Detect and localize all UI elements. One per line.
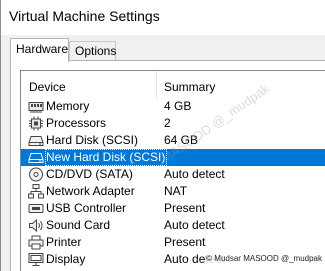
title-bar[interactable]: Virtual Machine Settings (1, 0, 325, 35)
device-row-sound-card[interactable]: Sound Card Auto detect (21, 217, 325, 234)
device-name: New Hard Disk (SCSI) (44, 149, 168, 166)
device-summary: Auto detect (164, 218, 225, 232)
device-name: Memory (46, 99, 90, 113)
device-summary: Present (164, 235, 206, 249)
device-name: Display (46, 252, 86, 266)
device-name: Sound Card (46, 218, 111, 232)
network-adapter-icon (28, 184, 44, 199)
device-row-processors[interactable]: Processors 2 (21, 115, 325, 132)
device-name: Hard Disk (SCSI) (46, 133, 139, 147)
tab-strip: Hardware Options (1, 35, 325, 62)
device-list-header: Device Summary (21, 71, 325, 99)
device-summary: Present (164, 201, 206, 215)
tab-hardware[interactable]: Hardware (10, 38, 69, 62)
device-row-printer[interactable]: Printer Present (21, 234, 325, 251)
device-name: Printer (46, 235, 82, 249)
hard-disk-icon (28, 133, 44, 148)
device-row-usb-controller[interactable]: USB Controller Present (21, 200, 325, 217)
device-summary: NAT (164, 184, 188, 198)
usb-icon (28, 201, 44, 216)
tab-options[interactable]: Options (69, 41, 116, 61)
window-title: Virtual Machine Settings (9, 8, 160, 24)
display-icon (28, 252, 44, 267)
device-row-cd-dvd[interactable]: CD/DVD (SATA) Auto detect (21, 166, 325, 183)
device-name: Processors (46, 116, 107, 130)
device-row-network-adapter[interactable]: Network Adapter NAT (21, 183, 325, 200)
device-summary: 4 GB (164, 99, 192, 113)
device-summary: Auto detect (164, 167, 225, 181)
hard-disk-icon (28, 150, 44, 165)
device-name: USB Controller (46, 201, 127, 215)
speaker-icon (28, 218, 44, 233)
processor-icon (28, 116, 44, 131)
device-name: Network Adapter (46, 184, 135, 198)
memory-icon (28, 99, 44, 114)
credit-label: © Mudsar MASOOD @_mudpak (206, 254, 322, 263)
device-rows: Memory 4 GB Processors 2 Hard Disk (SCSI… (21, 98, 325, 268)
column-divider[interactable] (156, 71, 157, 99)
printer-icon (28, 235, 44, 250)
device-name: CD/DVD (SATA) (46, 167, 133, 181)
vm-settings-window: Virtual Machine Settings Hardware Option… (0, 0, 325, 271)
column-header-summary[interactable]: Summary (164, 80, 215, 94)
cd-dvd-icon (28, 167, 44, 182)
column-header-device[interactable]: Device (29, 80, 66, 94)
hardware-tab-panel: Device Summary Memory 4 GB Processors 2 … (10, 60, 325, 271)
device-summary: 2 (164, 116, 171, 130)
device-list[interactable]: Device Summary Memory 4 GB Processors 2 … (20, 70, 325, 271)
device-row-memory[interactable]: Memory 4 GB (21, 98, 325, 115)
